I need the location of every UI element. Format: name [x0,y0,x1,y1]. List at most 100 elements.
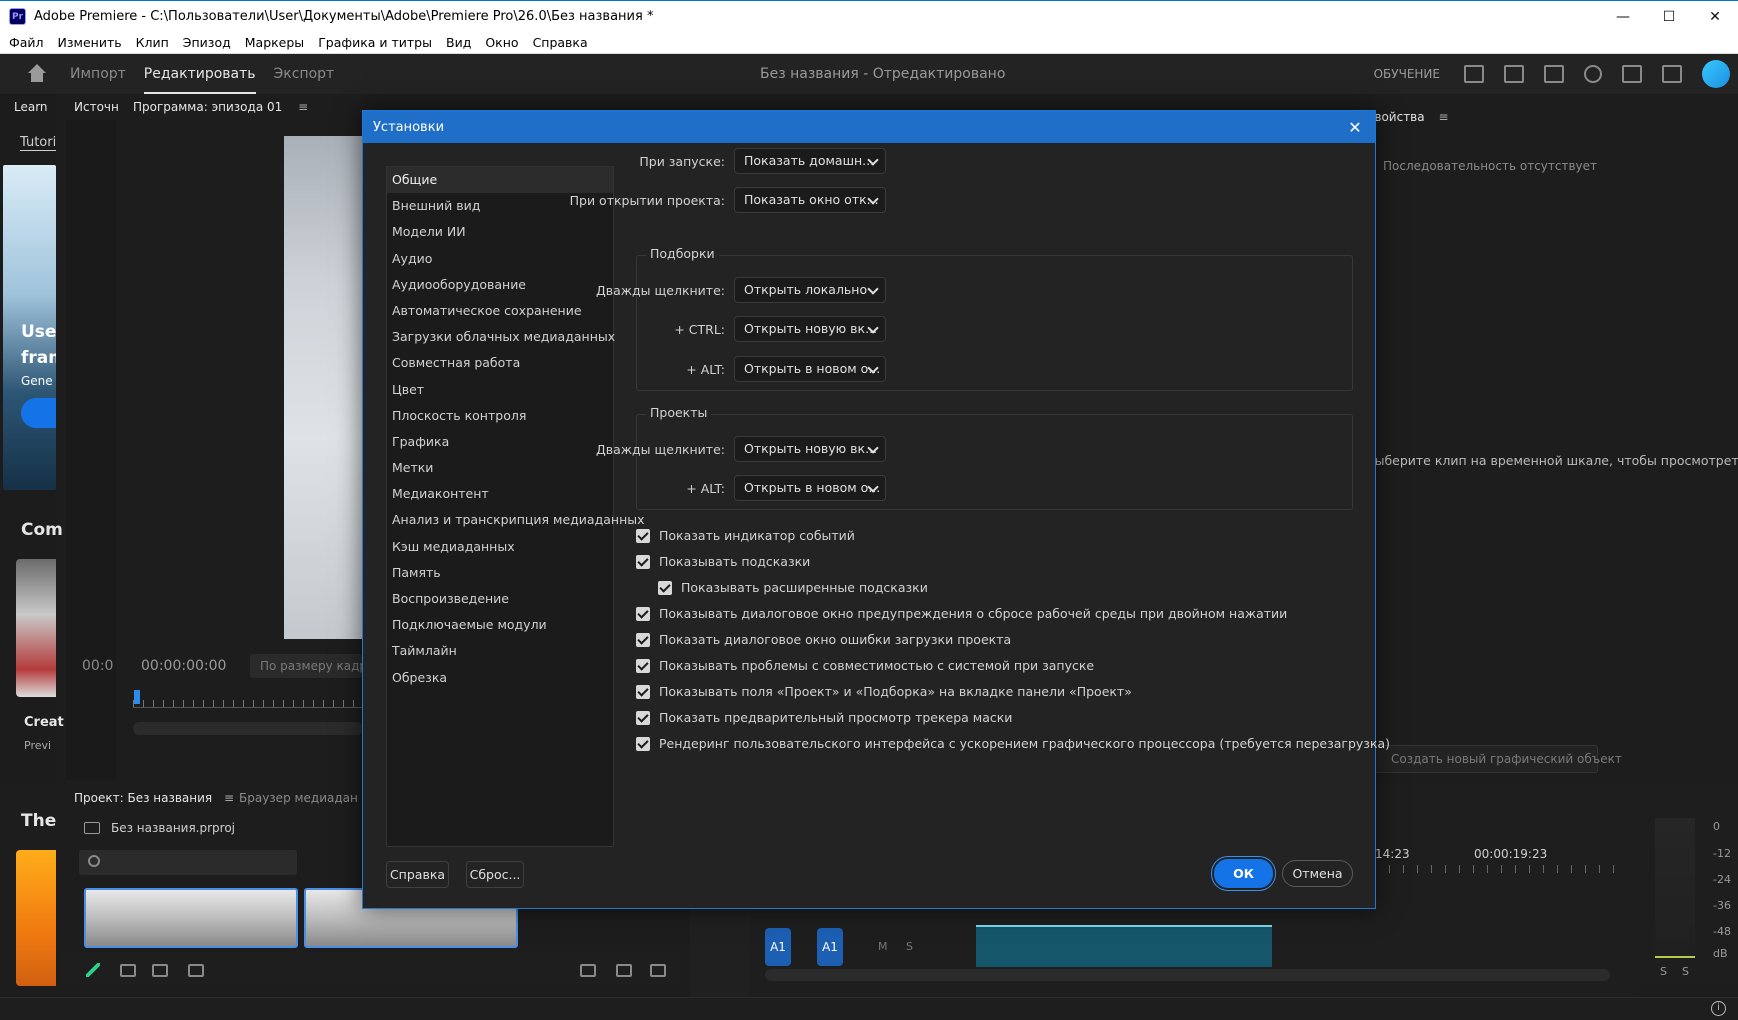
tab-import[interactable]: Импорт [70,54,126,94]
category-timeline[interactable]: Таймлайн [387,638,613,664]
panel-menu-icon[interactable]: ≡ [298,100,308,114]
menu-sequence[interactable]: Эпизод [176,35,238,50]
freeform-view-icon[interactable] [188,964,204,977]
ok-button[interactable]: ОК [1214,859,1273,888]
category-playback[interactable]: Воспроизведение [387,586,613,612]
tab-source[interactable]: Источни [74,100,118,114]
checkbox-workspace-reset-warning[interactable]: Показывать диалоговое окно предупреждени… [636,606,1287,621]
download-icon[interactable] [21,398,56,428]
learn-label[interactable]: ОБУЧЕНИЕ [1374,67,1440,81]
avatar[interactable] [1702,60,1730,88]
tab-edit[interactable]: Редактировать [143,54,256,94]
volume-icon[interactable] [1622,65,1642,83]
checkbox-gpu-ui-rendering[interactable]: Рендеринг пользовательского интерфейса с… [636,736,1390,751]
projects-dblclick-select[interactable]: Открыть новую вк... [734,436,886,462]
checkbox[interactable] [636,684,650,699]
checkbox-event-indicator[interactable]: Показать индикатор событий [636,528,855,543]
panel-menu-icon[interactable]: ≡ [224,791,234,805]
cancel-button[interactable]: Отмена [1282,860,1353,887]
search-help-icon[interactable] [1584,65,1602,83]
learn-thumbnail-3[interactable] [16,850,56,986]
program-zoom-scrollbar[interactable] [133,722,363,735]
timeline-ruler[interactable] [1375,865,1615,873]
menu-view[interactable]: Вид [439,35,478,50]
menu-graphics[interactable]: Графика и титры [311,35,439,50]
menu-window[interactable]: Окно [478,35,525,50]
track-a1[interactable]: A1 [817,928,843,966]
checkbox[interactable] [636,554,650,569]
dialog-close-button[interactable]: ✕ [1343,115,1367,139]
pencil-icon[interactable] [86,963,100,977]
clip-thumbnail[interactable] [84,888,298,948]
mute-button[interactable]: M [878,940,888,953]
category-audio[interactable]: Аудио [387,246,613,272]
projects-alt-select[interactable]: Открыть в новом о... [734,475,886,501]
panel-menu-icon[interactable]: ≡ [1438,110,1448,124]
trash-icon[interactable] [650,964,666,977]
category-media-cache[interactable]: Кэш медиаданных [387,534,613,560]
bins-alt-select[interactable]: Открыть в новом о... [734,356,886,382]
maximize-button[interactable]: ☐ [1646,1,1692,33]
program-ruler[interactable] [133,690,363,708]
category-general[interactable]: Общие [387,167,613,194]
new-item-icon[interactable] [616,964,632,977]
icon-view-icon[interactable] [152,964,168,977]
checkbox[interactable] [636,528,650,543]
checkbox[interactable] [636,736,650,751]
menu-edit[interactable]: Изменить [51,35,129,50]
bins-ctrl-select[interactable]: Открыть новую вк... [734,316,886,342]
program-timecode[interactable]: 00:00:00:00 [141,658,226,674]
menu-clip[interactable]: Клип [129,35,176,50]
project-search-input[interactable] [79,850,297,875]
category-labels[interactable]: Метки [387,455,613,481]
progress-icon[interactable] [1544,65,1564,83]
new-bin-icon[interactable] [580,964,596,977]
category-media-analysis[interactable]: Анализ и транскрипция медиаданных [387,507,645,533]
minimize-button[interactable]: — [1600,1,1646,33]
workspace-icon[interactable] [1464,65,1484,83]
checkbox[interactable] [636,632,650,647]
category-plugins[interactable]: Подключаемые модули [387,612,613,638]
info-icon[interactable]: i [1711,1001,1726,1016]
tab-export[interactable]: Экспорт [274,54,335,94]
on-open-select[interactable]: Показать окно отк... [734,187,886,213]
checkbox[interactable] [636,710,650,725]
learn-card[interactable]: Use fram Gene [3,165,56,490]
category-cloud-media[interactable]: Загрузки облачных медиаданных [387,324,615,350]
checkbox-project-bin-fields[interactable]: Показывать поля «Проект» и «Подборка» на… [636,684,1132,699]
playhead[interactable] [134,690,140,704]
menu-file[interactable]: Файл [0,35,51,50]
category-graphics[interactable]: Графика [387,429,613,455]
category-auto-save[interactable]: Автоматическое сохранение [387,298,613,324]
checkbox-tooltips[interactable]: Показывать подсказки [636,554,810,569]
category-color[interactable]: Цвет [387,377,613,403]
menu-help[interactable]: Справка [526,35,595,50]
share-icon[interactable] [1504,65,1524,83]
category-control-surface[interactable]: Плоскость контроля [387,403,613,429]
tab-properties[interactable]: Свойства ≡ [1366,110,1449,124]
checkbox-extended-tooltips[interactable]: Показывать расширенные подсказки [658,580,928,595]
checkbox[interactable] [636,658,650,673]
category-trim[interactable]: Обрезка [387,665,613,691]
category-media[interactable]: Медиаконтент [387,481,613,507]
new-graphic-button[interactable]: Создать новый графический объект [1366,745,1622,773]
tab-project[interactable]: Проект: Без названия ≡ [74,791,234,805]
category-ai-models[interactable]: Модели ИИ [387,219,613,245]
help-button[interactable]: Справка [386,861,449,888]
tab-media-browser[interactable]: Браузер медиаданных [239,791,359,805]
checkbox[interactable] [658,580,672,595]
track-a1-source[interactable]: A1 [765,928,791,966]
menu-markers[interactable]: Маркеры [238,35,311,50]
tab-program[interactable]: Программа: эпизода 01 ≡ [133,100,308,114]
bins-dblclick-select[interactable]: Открыть локально [734,277,886,303]
solo-button[interactable]: S [906,940,913,953]
on-start-select[interactable]: Показать домашн... [734,148,886,174]
checkbox-compatibility-issues[interactable]: Показывать проблемы с совместимостью с с… [636,658,1094,673]
list-view-icon[interactable] [120,964,136,977]
timeline-scrollbar[interactable] [765,969,1610,981]
meter-solo-2[interactable]: S [1682,965,1689,978]
reset-button[interactable]: Сброс... [466,861,524,888]
fit-select[interactable]: По размеру кадра [250,654,362,678]
category-audio-hardware[interactable]: Аудиооборудование [387,272,613,298]
home-icon[interactable] [26,64,48,84]
